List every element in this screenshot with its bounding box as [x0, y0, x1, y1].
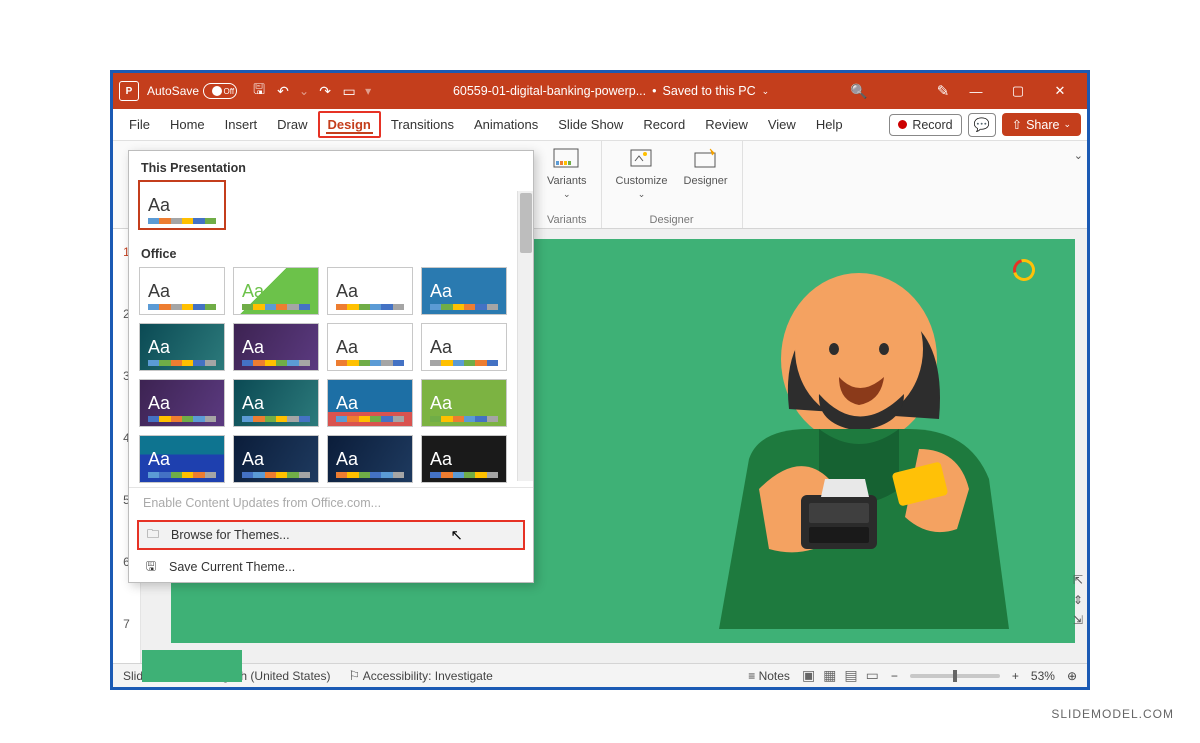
theme-office-16[interactable]: Aa	[421, 435, 507, 483]
minimize-button[interactable]: —	[955, 73, 997, 109]
designer-icon	[692, 147, 720, 173]
themes-dropdown-panel: This Presentation Aa Office Aa Aa Aa Aa …	[128, 150, 534, 583]
statusbar: Slide 1 of 15 English (United States) ⚐ …	[113, 663, 1087, 687]
tab-view[interactable]: View	[758, 111, 806, 138]
thumb-7[interactable]: 7	[123, 617, 130, 631]
slideshow-view-icon[interactable]: ▭	[866, 667, 879, 684]
collapse-ribbon[interactable]: ⌄	[1064, 141, 1087, 228]
tab-draw[interactable]: Draw	[267, 111, 317, 138]
theme-office-2[interactable]: Aa	[233, 267, 319, 315]
tab-design[interactable]: Design	[318, 111, 381, 138]
tab-record[interactable]: Record	[633, 111, 695, 138]
tab-help[interactable]: Help	[806, 111, 853, 138]
tab-review[interactable]: Review	[695, 111, 758, 138]
watermark: SLIDEMODEL.COM	[1051, 707, 1174, 721]
present-icon[interactable]: ▭	[337, 79, 361, 103]
comments-button[interactable]: 💬	[968, 113, 996, 137]
zoom-in-icon[interactable]: +	[1012, 669, 1019, 683]
notes-button[interactable]: ≡ Notes	[748, 669, 790, 683]
variants-button[interactable]: Variants⌄	[543, 145, 591, 202]
toggle-pill[interactable]: Off	[203, 83, 237, 99]
arrows-updown-icon[interactable]: ⇕	[1073, 593, 1083, 607]
tab-transitions[interactable]: Transitions	[381, 111, 464, 138]
theme-office-12[interactable]: Aa	[421, 379, 507, 427]
tab-slideshow[interactable]: Slide Show	[548, 111, 633, 138]
theme-office-1[interactable]: Aa	[139, 267, 225, 315]
tab-animations[interactable]: Animations	[464, 111, 548, 138]
undo-icon[interactable]: ↶	[271, 79, 295, 103]
theme-office-7[interactable]: Aa	[327, 323, 413, 371]
autosave-label: AutoSave	[147, 84, 199, 98]
variants-icon	[552, 147, 582, 173]
tab-file[interactable]: File	[119, 111, 160, 138]
section-this-presentation: This Presentation	[129, 151, 533, 181]
group-variants: Variants⌄ Variants	[533, 141, 602, 228]
zoom-slider[interactable]	[910, 674, 1000, 678]
cursor-icon: ↖	[450, 526, 463, 544]
thumbnail-slide-7[interactable]	[142, 650, 242, 682]
folder-icon: 🗀	[145, 528, 161, 542]
illustration-man-pos	[689, 249, 1049, 629]
redo-icon[interactable]: ↷	[313, 79, 337, 103]
normal-view-icon[interactable]: ▣	[802, 667, 815, 684]
arrow-down-icon[interactable]: ⇲	[1073, 613, 1083, 627]
theme-current[interactable]: Aa	[139, 181, 225, 229]
app-icon: P	[119, 81, 139, 101]
save-icon: 🖫	[143, 560, 159, 574]
titlebar: P AutoSave Off 🖫 ↶ ⌄ ↷ ▭ ▾ 60559-01-digi…	[113, 73, 1087, 109]
accessibility-status[interactable]: ⚐ Accessibility: Investigate	[348, 668, 492, 684]
share-button[interactable]: ⇧Share⌄	[1002, 113, 1081, 136]
theme-office-4[interactable]: Aa	[421, 267, 507, 315]
chevron-down-icon[interactable]: ⌄	[762, 86, 770, 97]
zoom-value[interactable]: 53%	[1031, 669, 1055, 683]
arrow-up-icon[interactable]: ⇱	[1073, 573, 1083, 587]
zoom-out-icon[interactable]: −	[891, 669, 898, 683]
enable-content-updates: Enable Content Updates from Office.com..…	[129, 488, 533, 518]
draw-tool-icon[interactable]: ✎	[931, 79, 955, 103]
ribbon-tabs: File Home Insert Draw Design Transitions…	[113, 109, 1087, 141]
record-button[interactable]: Record	[889, 114, 961, 136]
customize-icon	[628, 147, 656, 173]
tab-insert[interactable]: Insert	[215, 111, 268, 138]
reading-view-icon[interactable]: ▤	[844, 667, 857, 684]
theme-office-11[interactable]: Aa	[327, 379, 413, 427]
panel-scrollbar[interactable]	[517, 191, 533, 481]
customize-button[interactable]: Customize⌄	[612, 145, 672, 202]
theme-office-10[interactable]: Aa	[233, 379, 319, 427]
theme-office-13[interactable]: Aa	[139, 435, 225, 483]
sorter-view-icon[interactable]: ▦	[823, 667, 836, 684]
theme-office-6[interactable]: Aa	[233, 323, 319, 371]
side-zoom-icons: ⇱ ⇕ ⇲	[1073, 573, 1083, 627]
save-icon[interactable]: 🖫	[247, 79, 271, 103]
browse-for-themes[interactable]: 🗀 Browse for Themes... ↖	[137, 520, 525, 550]
theme-office-5[interactable]: Aa	[139, 323, 225, 371]
theme-office-3[interactable]: Aa	[327, 267, 413, 315]
theme-office-9[interactable]: Aa	[139, 379, 225, 427]
designer-button[interactable]: Designer	[680, 145, 732, 202]
save-current-theme[interactable]: 🖫 Save Current Theme...	[129, 552, 533, 582]
theme-office-14[interactable]: Aa	[233, 435, 319, 483]
document-title: 60559-01-digital-banking-powerp... • Sav…	[375, 84, 847, 98]
search-icon[interactable]: 🔍	[847, 79, 871, 103]
autosave-toggle[interactable]: AutoSave Off	[147, 83, 237, 99]
tab-home[interactable]: Home	[160, 111, 215, 138]
theme-office-15[interactable]: Aa	[327, 435, 413, 483]
share-icon: ⇧	[1012, 117, 1022, 132]
close-button[interactable]: ✕	[1039, 73, 1081, 109]
theme-office-8[interactable]: Aa	[421, 323, 507, 371]
group-customize: Customize⌄ Designer Designer	[602, 141, 743, 228]
fit-window-icon[interactable]: ⊕	[1067, 669, 1077, 683]
section-office: Office	[129, 237, 533, 267]
maximize-button[interactable]: ▢	[997, 73, 1039, 109]
